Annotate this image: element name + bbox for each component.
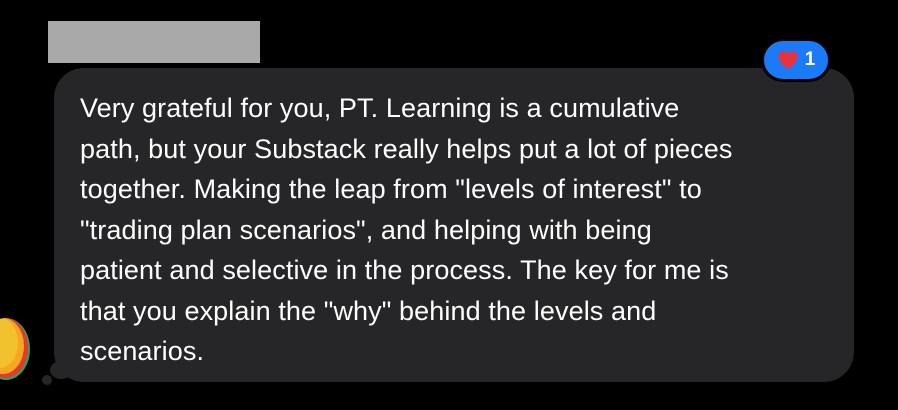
reaction-badge[interactable]: 1 xyxy=(761,38,831,82)
message-text: Very grateful for you, PT. Learning is a… xyxy=(80,93,733,366)
chat-screen: Very grateful for you, PT. Learning is a… xyxy=(0,0,898,410)
heart-icon xyxy=(778,51,798,70)
avatar[interactable] xyxy=(0,318,30,380)
reaction-count: 1 xyxy=(804,49,816,70)
bubble-tail-small xyxy=(42,375,52,385)
message-bubble[interactable]: Very grateful for you, PT. Learning is a… xyxy=(54,68,854,382)
sender-name-redaction xyxy=(48,21,260,63)
